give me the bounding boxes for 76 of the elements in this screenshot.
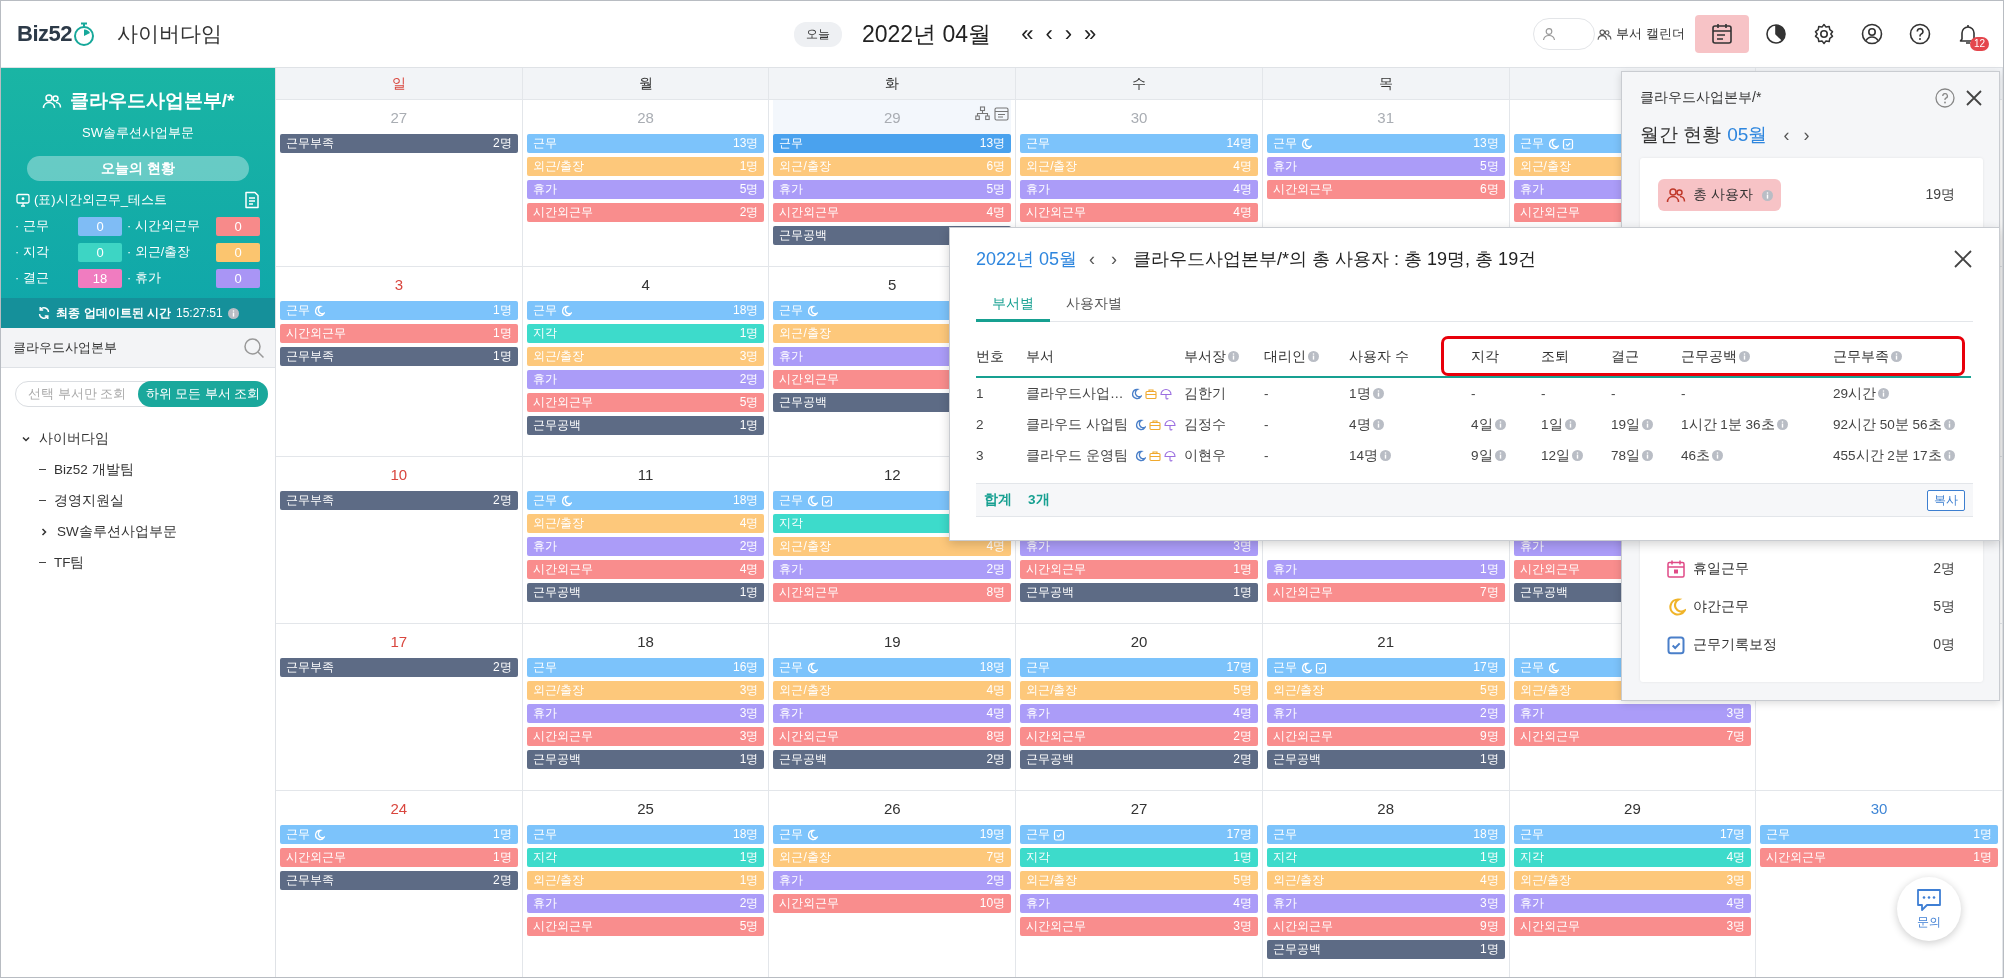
table-cell: 455시간 2분 17초 [1833,446,1955,465]
stat-value: 0 [78,243,122,262]
company-name: 사이버다임 [117,21,222,47]
column-header: 부서 [1026,348,1054,366]
table-cell: 1명 [1349,384,1384,403]
table-cell: 클라우드 사업팀 [1026,415,1128,434]
table-cell: 김정수 [1184,415,1226,434]
stat-value: 18 [78,269,122,288]
panel-heading: 월간 현황 [1640,123,1722,147]
table-cell: - [1264,386,1269,401]
panel-title: 클라우드사업본부/* [1640,89,1762,107]
update-time: 15:27:51 [175,306,223,320]
weekday-header: 목 [1262,68,1510,100]
table-cell: 3 [976,448,984,463]
table-cell: 46초 [1681,446,1724,465]
table-cell: 19일 [1611,415,1654,434]
stat-label: · 외근/출장 [127,244,192,261]
summary-value: 0명 [1933,636,1955,654]
table-cell: 14명 [1349,446,1392,465]
table-cell: 92시간 50분 56초 [1833,415,1955,434]
stat-label: · 시간외근무 [127,218,201,235]
table-cell: - [1471,386,1476,401]
table-cell: 1일 [1541,415,1576,434]
update-label: 최종 업데이트된 시간 [56,304,171,322]
summary-value: 2명 [1933,560,1955,578]
table-cell: - [1611,386,1616,401]
column-header: 조퇴 [1541,348,1569,366]
table-cell: - [1264,417,1269,432]
table-cell: 12일 [1541,446,1584,465]
column-header: 사용자 수 [1349,348,1409,366]
month-title: 2022년 04월 [862,19,992,49]
total-label: 합계 [984,491,1012,509]
table-cell: 이현우 [1184,446,1226,465]
table-cell: - [1264,448,1269,463]
report-name: (표)시간외근무_테스트 [34,191,167,209]
column-header: 지각 [1471,348,1499,366]
stat-label: · 휴가 [127,270,162,287]
stat-label: · 근무 [15,218,50,235]
total-count: 3개 [1028,491,1050,509]
dialog-month: 2022년 05월 [976,248,1078,271]
table-cell: 김한기 [1184,384,1226,403]
today-status-label: 오늘의 현황 [27,156,249,181]
summary-value: 19명 [1925,186,1955,204]
table-cell: - [1541,386,1546,401]
table-cell: 4일 [1471,415,1506,434]
table-cell: 2 [976,417,984,432]
column-header: 근무공백 [1681,348,1750,366]
column-header: 근무부족 [1833,348,1902,366]
table-cell: 클라우드사업… [1026,384,1124,403]
weekday-header: 화 [769,68,1017,100]
stat-label: · 지각 [15,244,50,261]
column-header: 결근 [1611,348,1639,366]
table-cell: 29시간 [1833,384,1890,403]
dialog-title: 클라우드사업본부/*의 총 사용자 : 총 19명, 총 19건 [1133,248,1537,271]
org-title: 클라우드사업본부/* [69,89,235,113]
column-header: 대리인 [1264,348,1319,366]
panel-month: 05월 [1727,123,1768,147]
table-cell: - [1681,386,1686,401]
stat-label: · 결근 [15,270,50,287]
weekday-header: 수 [1016,68,1263,100]
table-cell: 4명 [1349,415,1384,434]
table-cell: 9일 [1471,446,1506,465]
stat-value: 0 [216,217,260,236]
weekday-header: 월 [522,68,770,100]
weekday-header: 일 [276,68,523,100]
table-cell: 1시간 1분 36초 [1681,415,1788,434]
table-cell: 클라우드 운영팀 [1026,446,1128,465]
org-subtitle: SW솔루션사업부문 [82,124,194,142]
table-cell: 78일 [1611,446,1654,465]
column-header: 번호 [976,348,1004,366]
stat-value: 0 [216,243,260,262]
column-header: 부서장 [1184,348,1239,366]
summary-value: 5명 [1933,598,1955,616]
stat-value: 0 [216,269,260,288]
stat-value: 0 [78,217,122,236]
notification-badge: 12 [1969,37,1989,51]
